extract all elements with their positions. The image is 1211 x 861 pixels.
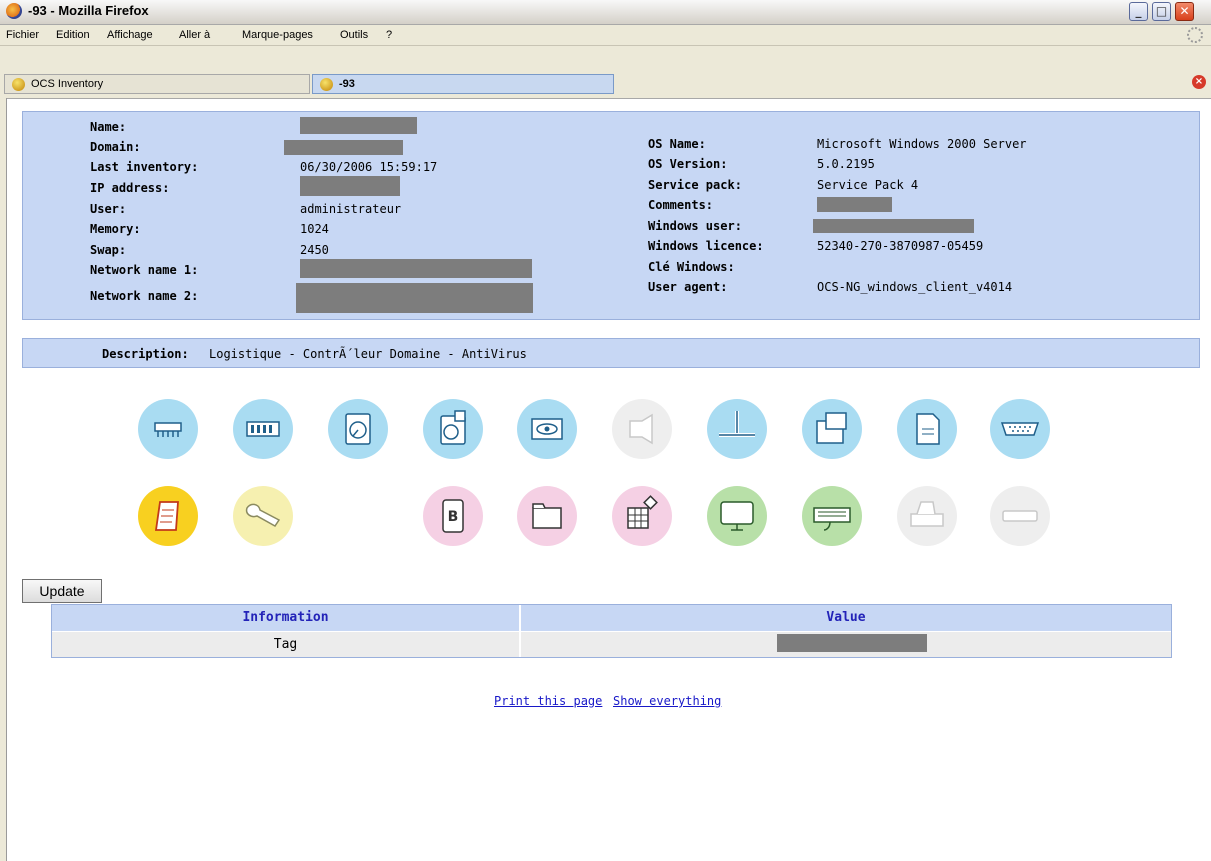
table-header-information: Information: [52, 605, 519, 631]
redacted-tag-value: [777, 634, 927, 652]
label-name: Name:: [90, 120, 127, 134]
printer-icon[interactable]: [897, 486, 957, 546]
update-button[interactable]: Update: [22, 579, 102, 603]
tab-machine[interactable]: -93: [312, 74, 614, 94]
firefox-icon: [6, 3, 22, 19]
label-network-name-1: Network name 1:: [90, 263, 199, 277]
table-cell-tag-value[interactable]: [521, 632, 1171, 657]
redacted-network-name-2: [296, 283, 533, 313]
throbber-icon: [1187, 27, 1203, 43]
value-swap: 2450: [300, 243, 329, 257]
label-last-inventory: Last inventory:: [90, 160, 199, 174]
redacted-network-name-1: [300, 259, 532, 278]
memory-icon[interactable]: [233, 399, 293, 459]
label-comments: Comments:: [648, 198, 714, 212]
tab-bar: OCS Inventory -93 ×: [0, 46, 1211, 99]
drives-icon[interactable]: [423, 399, 483, 459]
menu-help[interactable]: ?: [386, 29, 392, 41]
controllers-icon[interactable]: [138, 399, 198, 459]
label-domain: Domain:: [90, 140, 141, 154]
menu-marque-pages[interactable]: Marque-pages: [242, 29, 313, 41]
files-icon[interactable]: [517, 486, 577, 546]
input-devices-icon[interactable]: [802, 486, 862, 546]
tab-ocs-inventory[interactable]: OCS Inventory: [4, 74, 310, 94]
machine-info-panel: Name: Domain: Last inventory: IP address…: [22, 111, 1200, 320]
svg-text:B: B: [448, 509, 459, 525]
show-everything-link[interactable]: Show everything: [613, 694, 721, 708]
config-wrench-icon[interactable]: [233, 486, 293, 546]
redacted-name: [300, 117, 417, 134]
close-window-button[interactable]: ✕: [1175, 2, 1194, 21]
window-left-border: [0, 98, 7, 861]
tag-table: Information Value Tag: [51, 604, 1172, 658]
label-user: User:: [90, 202, 127, 216]
table-cell-tag: Tag: [52, 632, 519, 657]
software-icon[interactable]: [802, 399, 862, 459]
minimize-button[interactable]: _: [1129, 2, 1148, 21]
value-memory: 1024: [300, 222, 329, 236]
label-network-name-2: Network name 2:: [90, 289, 199, 303]
menu-fichier[interactable]: Fichier: [6, 29, 39, 41]
storage-icon[interactable]: [328, 399, 388, 459]
description-panel: Description: Logistique - ContrÃ´leur Do…: [22, 338, 1200, 368]
admin-info-icon[interactable]: [138, 486, 198, 546]
inventory-grid-icon[interactable]: [612, 486, 672, 546]
label-windows-licence: Windows licence:: [648, 239, 764, 253]
description-value: Logistique - ContrÃ´leur Domaine - AntiV…: [209, 347, 527, 361]
sound-icon[interactable]: [612, 399, 672, 459]
ports-icon[interactable]: [990, 399, 1050, 459]
description-label: Description:: [102, 347, 189, 361]
maximize-button[interactable]: □: [1152, 2, 1171, 21]
value-os-version: 5.0.2195: [817, 157, 875, 171]
modem-icon[interactable]: [990, 486, 1050, 546]
label-memory: Memory:: [90, 222, 141, 236]
page-favicon-icon: [12, 78, 25, 91]
menu-aller[interactable]: Aller à: [179, 29, 210, 41]
label-user-agent: User agent:: [648, 280, 728, 294]
redacted-comments: [817, 197, 892, 212]
value-os-name: Microsoft Windows 2000 Server: [817, 137, 1027, 151]
tab-label: OCS Inventory: [31, 78, 104, 90]
menu-edition[interactable]: Edition: [56, 29, 90, 41]
network-icon[interactable]: [707, 399, 767, 459]
redacted-ip-address: [300, 176, 400, 196]
page-favicon-icon: [320, 78, 333, 91]
monitor-icon[interactable]: [707, 486, 767, 546]
redacted-domain: [284, 140, 403, 155]
bios-icon[interactable]: B: [423, 486, 483, 546]
value-user-agent: OCS-NG_windows_client_v4014: [817, 280, 1013, 294]
label-swap: Swap:: [90, 243, 127, 257]
registry-icon[interactable]: [897, 399, 957, 459]
label-cle-windows: Clé Windows:: [648, 260, 735, 274]
tab-label: -93: [339, 78, 355, 90]
label-service-pack: Service pack:: [648, 178, 742, 192]
menu-affichage[interactable]: Affichage: [107, 29, 153, 41]
value-service-pack: Service Pack 4: [817, 178, 919, 192]
label-ip-address: IP address:: [90, 181, 170, 195]
value-last-inventory: 06/30/2006 15:59:17: [300, 160, 438, 174]
print-page-link[interactable]: Print this page: [494, 694, 602, 708]
label-windows-user: Windows user:: [648, 219, 742, 233]
value-windows-licence: 52340-270-3870987-05459: [817, 239, 984, 253]
menu-bar: Fichier Edition Affichage Aller à Marque…: [0, 25, 1211, 46]
label-os-name: OS Name:: [648, 137, 706, 151]
video-icon[interactable]: [517, 399, 577, 459]
window-title: -93 - Mozilla Firefox: [28, 3, 149, 18]
value-user: administrateur: [300, 202, 402, 216]
window-titlebar: -93 - Mozilla Firefox _ □ ✕: [0, 0, 1211, 25]
menu-outils[interactable]: Outils: [340, 29, 368, 41]
redacted-windows-user: [813, 219, 974, 233]
close-tab-icon[interactable]: ×: [1192, 75, 1206, 89]
table-header-value: Value: [521, 605, 1171, 631]
label-os-version: OS Version:: [648, 157, 728, 171]
